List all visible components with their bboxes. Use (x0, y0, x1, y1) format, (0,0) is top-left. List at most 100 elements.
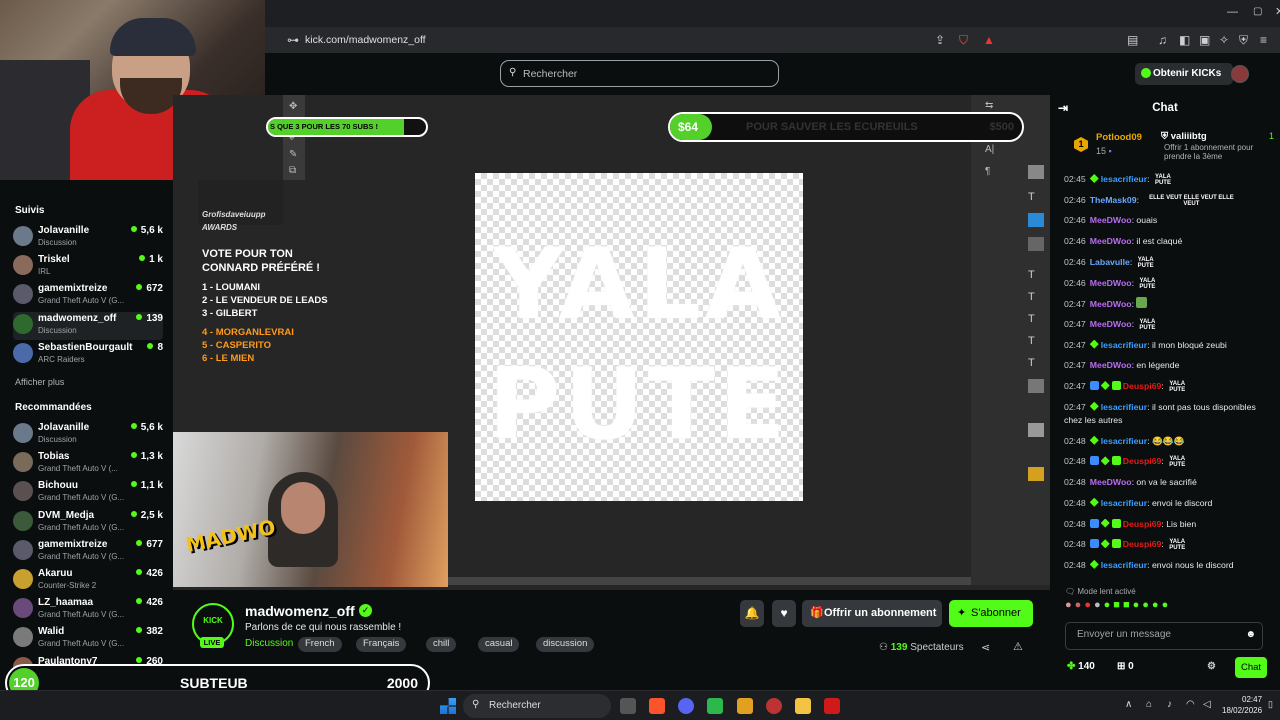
sidebar-channel[interactable]: Bichouu Grand Theft Auto V (G... 1,1 k (13, 479, 163, 507)
sidebar-channel[interactable]: DVM_Medja Grand Theft Auto V (G... 2,5 k (13, 509, 163, 537)
settings-icon[interactable]: ⚙ (1207, 661, 1216, 672)
message-username[interactable]: Deuspi69 (1123, 456, 1162, 466)
taskbar-search[interactable]: ⚲ Rechercher (463, 694, 611, 718)
address-bar[interactable]: ⊶ kick.com/madwomenz_off ⇪ ⛉ ▲ ▤ ♫ ◧ ▣ ✧… (265, 27, 1280, 53)
message-username[interactable]: Deuspi69 (1123, 539, 1162, 549)
sidebar-channel[interactable]: gamemixtreize Grand Theft Auto V (G... 677 (13, 538, 163, 566)
emote-icon[interactable]: ● (1104, 599, 1114, 611)
emoji-icon[interactable]: ☻ (1245, 629, 1256, 640)
share-icon[interactable]: ⋖ (981, 641, 990, 654)
minimize-icon[interactable]: — (1227, 6, 1238, 18)
rewards-icon[interactable]: ▲ (983, 33, 995, 47)
message-field[interactable] (1077, 629, 1237, 640)
message-username[interactable]: TheMask09 (1090, 195, 1137, 205)
subscribe-button[interactable]: ✦ S'abonner (949, 600, 1033, 627)
emote-icon[interactable]: ● (1162, 599, 1172, 611)
search-input[interactable]: ⚲ Rechercher (500, 60, 779, 87)
url-text[interactable]: kick.com/madwomenz_off (305, 34, 426, 46)
kicks-balance[interactable]: ✤ 140 (1067, 661, 1095, 672)
sidebar-channel[interactable]: Akaruu Counter-Strike 2 426 (13, 567, 163, 595)
leo-icon[interactable]: ✧ (1219, 33, 1229, 47)
sidebar-channel[interactable]: LZ_haamaa Grand Theft Auto V (G... 426 (13, 596, 163, 624)
stack-app-icon[interactable] (737, 698, 753, 714)
vpn-icon[interactable]: ⛨ (1239, 33, 1248, 48)
clock[interactable]: 02:47 18/02/2026 (1222, 694, 1262, 716)
emote-icon[interactable]: ● (1075, 599, 1085, 611)
report-icon[interactable]: ⚠ (1013, 640, 1023, 653)
brave-icon[interactable] (649, 698, 665, 714)
mic-icon[interactable]: ♪ (1167, 699, 1172, 710)
windows-start-icon[interactable] (440, 698, 456, 714)
site-info-icon[interactable]: ⊶ (287, 33, 299, 47)
canvas-scrollbar[interactable] (448, 577, 971, 585)
tray-chevron-icon[interactable]: ∧ (1125, 699, 1132, 710)
menu-icon[interactable]: ≡ (1260, 33, 1267, 47)
discord-icon[interactable] (678, 698, 694, 714)
tag-chip[interactable]: discussion (536, 637, 595, 652)
app-icon[interactable] (766, 698, 782, 714)
user-avatar[interactable] (1231, 65, 1249, 83)
message-username[interactable]: MeeDWoo (1090, 278, 1132, 288)
emote-quick-bar[interactable]: ●●●●●■■●●●● (1065, 599, 1277, 619)
message-username[interactable]: MeeDWoo (1090, 360, 1132, 370)
share-icon[interactable]: ⇪ (935, 33, 945, 47)
message-input[interactable]: ☻ (1065, 622, 1263, 650)
volume-icon[interactable]: ◁ (1203, 699, 1211, 710)
message-username[interactable]: lesacrifieur (1101, 402, 1147, 412)
notification-icon[interactable]: ▯ (1268, 699, 1273, 710)
emote-icon[interactable]: ● (1094, 599, 1104, 611)
pinned-user-1[interactable]: Potlood09 (1096, 132, 1142, 143)
message-username[interactable]: MeeDWoo (1090, 299, 1132, 309)
stream-player[interactable]: ✥⬚⌖✎⧉⊠✐✏⌫◢▲●◐✒T➤▭✋⚲ ⇆▤A|¶ T T T T T T S … (173, 95, 1050, 590)
emote-icon[interactable]: ● (1084, 599, 1094, 611)
wallet-icon[interactable]: ▣ (1199, 33, 1210, 47)
sidebar-channel[interactable]: SebastienBourgault ARC Raiders 8 (13, 341, 163, 369)
sidebar-channel[interactable]: Triskel IRL 1 k (13, 253, 163, 281)
sidebar-channel[interactable]: Jolavanille Discussion 5,6 k (13, 224, 163, 252)
close-icon[interactable]: ✕ (1275, 5, 1280, 18)
media-icon[interactable]: ♫ (1158, 33, 1167, 47)
tag-chip[interactable]: chill (426, 637, 457, 652)
follow-button[interactable]: ♥ (772, 600, 796, 627)
brave-shield-icon[interactable]: ⛉ (959, 33, 968, 48)
sidebar-channel[interactable]: Jolavanille Discussion 5,6 k (13, 421, 163, 449)
maximize-icon[interactable]: ▢ (1253, 6, 1262, 17)
sidebar-channel[interactable]: madwomenz_off Discussion 139 (13, 311, 163, 340)
message-username[interactable]: lesacrifieur (1101, 560, 1147, 570)
message-username[interactable]: MeeDWoo (1090, 215, 1132, 225)
notification-bell-button[interactable]: 🔔 (740, 600, 764, 627)
pinned-user-2[interactable]: ⛨ valiiibtg (1161, 131, 1207, 142)
sidebar-channel[interactable]: gamemixtreize Grand Theft Auto V (G... 672 (13, 282, 163, 310)
message-username[interactable]: lesacrifieur (1101, 340, 1147, 350)
spreadsheet-icon[interactable] (707, 698, 723, 714)
emote-icon[interactable]: ■ (1113, 599, 1123, 611)
sidebar-channel[interactable]: Tobias Grand Theft Auto V (... 1,3 k (13, 450, 163, 478)
sidebar-channel[interactable]: Walid Grand Theft Auto V (G... 382 (13, 625, 163, 653)
gift-sub-button[interactable]: 🎁 Offrir un abonnement (802, 600, 942, 627)
message-username[interactable]: Deuspi69 (1123, 381, 1162, 391)
emote-icon[interactable]: ■ (1123, 599, 1133, 611)
send-chat-button[interactable]: Chat (1235, 657, 1267, 678)
emote-icon[interactable]: ● (1152, 599, 1162, 611)
tag-chip[interactable]: casual (478, 637, 520, 652)
message-username[interactable]: MeeDWoo (1090, 319, 1132, 329)
network-icon[interactable]: ⌂ (1146, 699, 1152, 710)
tag-chip[interactable]: Français (356, 637, 407, 652)
message-username[interactable]: MeeDWoo (1090, 477, 1132, 487)
reader-icon[interactable]: ▤ (1127, 33, 1138, 47)
emote-icon[interactable]: ● (1133, 599, 1143, 611)
tag-chip[interactable]: French (298, 637, 342, 652)
wifi-icon[interactable]: ◠ (1186, 699, 1195, 710)
message-username[interactable]: Labavulle (1090, 257, 1130, 267)
message-username[interactable]: Deuspi69 (1123, 519, 1162, 529)
get-kicks-button[interactable]: Obtenir KICKs (1135, 63, 1233, 85)
show-more-link[interactable]: Afficher plus (15, 377, 64, 387)
message-username[interactable]: lesacrifieur (1101, 174, 1147, 184)
message-username[interactable]: lesacrifieur (1101, 436, 1147, 446)
emote-icon[interactable]: ● (1142, 599, 1152, 611)
message-username[interactable]: MeeDWoo (1090, 236, 1132, 246)
sidebar-toggle-icon[interactable]: ◧ (1179, 33, 1190, 47)
task-view-icon[interactable] (620, 698, 636, 714)
message-username[interactable]: lesacrifieur (1101, 498, 1147, 508)
category-link[interactable]: Discussion (245, 638, 293, 649)
